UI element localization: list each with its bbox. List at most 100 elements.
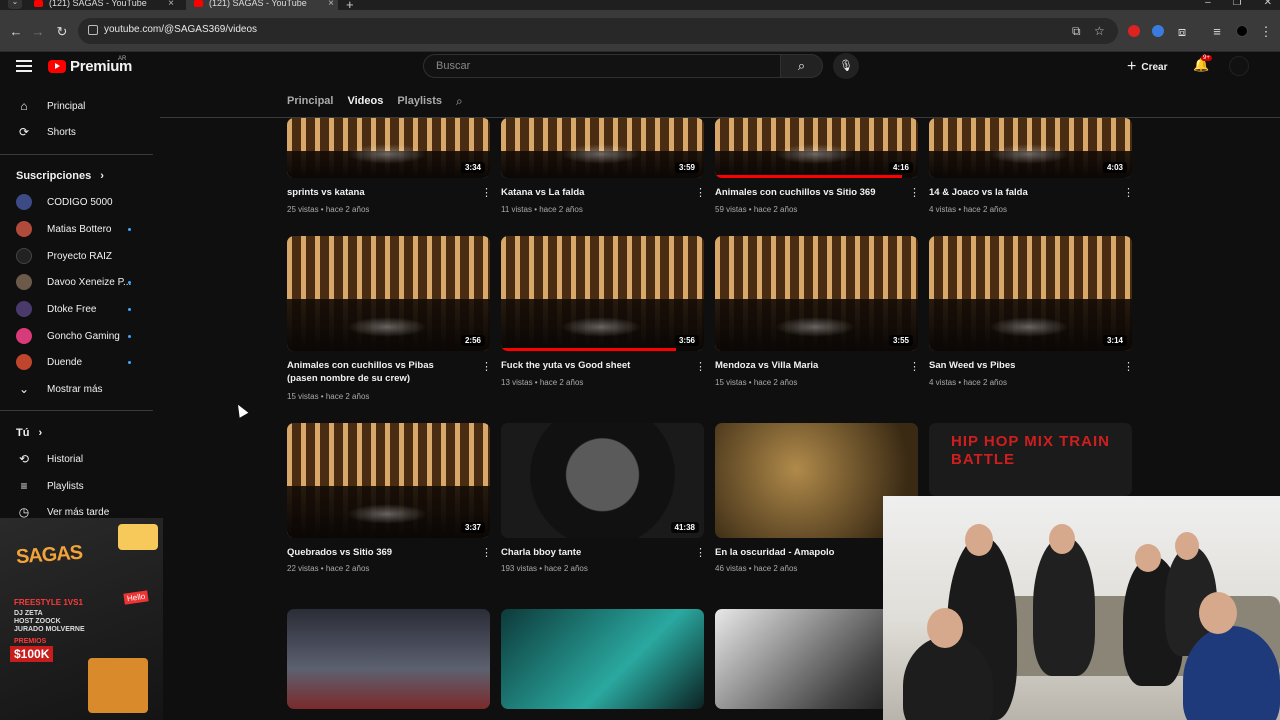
media-controls-icon[interactable]: ≡ — [1209, 24, 1225, 39]
video-title[interactable]: Quebrados vs Sitio 369 — [287, 546, 467, 559]
promo-line: HOST ZOOCK — [14, 618, 61, 625]
promo-boombox-image — [88, 658, 148, 713]
watch-progress-bar — [715, 175, 902, 178]
video-meta: 59 vistas • hace 2 años — [715, 205, 798, 214]
sidebar-item-playlists[interactable]: ≡ Playlists — [0, 474, 155, 498]
channel-name: CODIGO 5000 — [47, 196, 113, 208]
video-title[interactable]: San Weed vs Pibes — [929, 359, 1109, 372]
address-bar[interactable]: youtube.com/@SAGAS369/videos ⧉ ☆ — [78, 18, 1118, 44]
tab-playlists[interactable]: Playlists — [397, 95, 442, 107]
channel-name: Dtoke Free — [47, 303, 97, 315]
channel-avatar — [16, 221, 32, 237]
video-options-icon[interactable]: ⋮ — [695, 188, 706, 199]
subscription-item[interactable]: Davoo Xeneize P... — [0, 270, 155, 294]
extension-icon[interactable] — [1128, 25, 1140, 37]
watch-progress-bar — [501, 348, 676, 351]
profile-avatar[interactable] — [1236, 25, 1248, 37]
video-thumbnail[interactable]: 4:16 — [715, 118, 918, 178]
video-thumbnail[interactable]: 3:59 — [501, 118, 704, 178]
video-thumbnail[interactable]: 3:34 — [287, 118, 490, 178]
browser-tab-active[interactable]: (121) SAGAS - YouTube × — [186, 0, 338, 10]
new-tab-button[interactable]: + — [346, 0, 354, 10]
video-thumbnail[interactable]: 3:14 — [929, 236, 1132, 351]
video-title[interactable]: Charla bboy tante — [501, 546, 681, 559]
browser-tab[interactable]: (121) SAGAS - YouTube × — [26, 0, 178, 10]
show-more-button[interactable]: ⌄ Mostrar más — [0, 377, 155, 401]
video-thumbnail[interactable] — [501, 609, 704, 709]
cast-icon[interactable]: ⧉ — [1072, 24, 1081, 39]
video-options-icon[interactable]: ⋮ — [909, 362, 920, 373]
chevron-right-icon: › — [100, 170, 104, 182]
video-title[interactable]: En la oscuridad - Amapolo — [715, 546, 895, 559]
sidebar-item-principal[interactable]: ⌂ Principal — [0, 94, 155, 118]
you-heading[interactable]: Tú › — [16, 427, 42, 439]
sidebar-item-label: Playlists — [47, 480, 84, 492]
create-label: Crear — [1141, 61, 1168, 73]
shorts-icon: ⟳ — [18, 125, 30, 139]
extensions-puzzle-icon[interactable]: ⧈ — [1174, 24, 1190, 40]
video-title[interactable]: 14 & Joaco vs la falda — [929, 186, 1109, 199]
video-thumbnail[interactable]: 3:37 — [287, 423, 490, 538]
video-options-icon[interactable]: ⋮ — [1123, 362, 1134, 373]
video-title[interactable]: Animales con cuchillos vs Pibas (pasen n… — [287, 359, 467, 385]
minimize-icon[interactable]: – — [1205, 0, 1211, 8]
video-thumbnail[interactable]: 41:38 — [501, 423, 704, 538]
youtube-premium-logo[interactable]: Premium AR — [48, 56, 132, 75]
site-info-icon[interactable] — [88, 25, 98, 35]
home-icon: ⌂ — [20, 99, 28, 113]
video-options-icon[interactable]: ⋮ — [695, 548, 706, 559]
youtube-play-icon — [48, 60, 66, 73]
sidebar-item-shorts[interactable]: ⟳ Shorts — [0, 120, 155, 144]
close-window-icon[interactable]: ✕ — [1264, 0, 1272, 8]
notifications-button[interactable]: 🔔 9+ — [1193, 55, 1212, 73]
promo-line: DJ ZETA — [14, 610, 43, 617]
forward-arrow-icon[interactable]: → — [30, 24, 46, 39]
tab-videos[interactable]: Videos — [347, 95, 383, 107]
video-title[interactable]: Fuck the yuta vs Good sheet — [501, 359, 681, 372]
video-title[interactable]: Animales con cuchillos vs Sitio 369 — [715, 186, 895, 199]
plus-icon: + — [1127, 58, 1137, 75]
subscription-item[interactable]: Proyecto RAIZ — [0, 244, 155, 268]
reload-icon[interactable]: ↻ — [54, 24, 70, 40]
voice-search-button[interactable]: 🎙 — [833, 53, 859, 79]
tab-search-button[interactable]: ⌄ — [8, 0, 22, 9]
subscription-item[interactable]: Matias Bottero — [0, 217, 155, 241]
subscription-item[interactable]: CODIGO 5000 — [0, 190, 155, 214]
tab-principal[interactable]: Principal — [287, 95, 333, 107]
subscription-item[interactable]: Duende — [0, 350, 155, 374]
video-options-icon[interactable]: ⋮ — [695, 362, 706, 373]
video-thumbnail[interactable] — [287, 609, 490, 709]
url-text[interactable]: youtube.com/@SAGAS369/videos — [104, 24, 257, 35]
video-thumbnail[interactable]: 3:56 — [501, 236, 704, 351]
subscriptions-heading[interactable]: Suscripciones › — [16, 170, 104, 182]
hamburger-menu-icon[interactable] — [16, 60, 32, 72]
close-tab-icon[interactable]: × — [328, 0, 334, 9]
extension-icon[interactable] — [1152, 25, 1164, 37]
back-arrow-icon[interactable]: ← — [8, 24, 24, 39]
restore-icon[interactable]: ❐ — [1233, 0, 1242, 8]
sidebar-item-historial[interactable]: ⟲ Historial — [0, 447, 155, 471]
bookmark-star-icon[interactable]: ☆ — [1094, 24, 1105, 38]
account-avatar[interactable] — [1229, 56, 1249, 76]
close-tab-icon[interactable]: × — [168, 0, 174, 9]
video-options-icon[interactable]: ⋮ — [1123, 188, 1134, 199]
video-title[interactable]: sprints vs katana — [287, 186, 467, 199]
channel-search-icon[interactable]: ⌕ — [456, 94, 463, 109]
video-thumbnail[interactable]: 2:56 — [287, 236, 490, 351]
search-input[interactable]: Buscar — [423, 54, 781, 78]
search-button[interactable]: ⌕ — [781, 54, 823, 78]
subscription-item[interactable]: Goncho Gaming — [0, 324, 155, 348]
video-options-icon[interactable]: ⋮ — [481, 188, 492, 199]
video-thumbnail[interactable]: HIP HOP MIX TRAIN BATTLE — [929, 423, 1132, 496]
create-button[interactable]: + Crear — [1127, 58, 1167, 76]
video-options-icon[interactable]: ⋮ — [481, 362, 492, 373]
promo-line: JURADO MOLVERNE — [14, 626, 85, 633]
video-thumbnail[interactable]: 3:55 — [715, 236, 918, 351]
video-options-icon[interactable]: ⋮ — [481, 548, 492, 559]
video-thumbnail[interactable]: 4:03 — [929, 118, 1132, 178]
video-options-icon[interactable]: ⋮ — [909, 188, 920, 199]
browser-menu-icon[interactable]: ⋮ — [1258, 24, 1274, 40]
subscription-item[interactable]: Dtoke Free — [0, 297, 155, 321]
video-title[interactable]: Katana vs La falda — [501, 186, 681, 199]
video-title[interactable]: Mendoza vs Villa Maria — [715, 359, 895, 372]
